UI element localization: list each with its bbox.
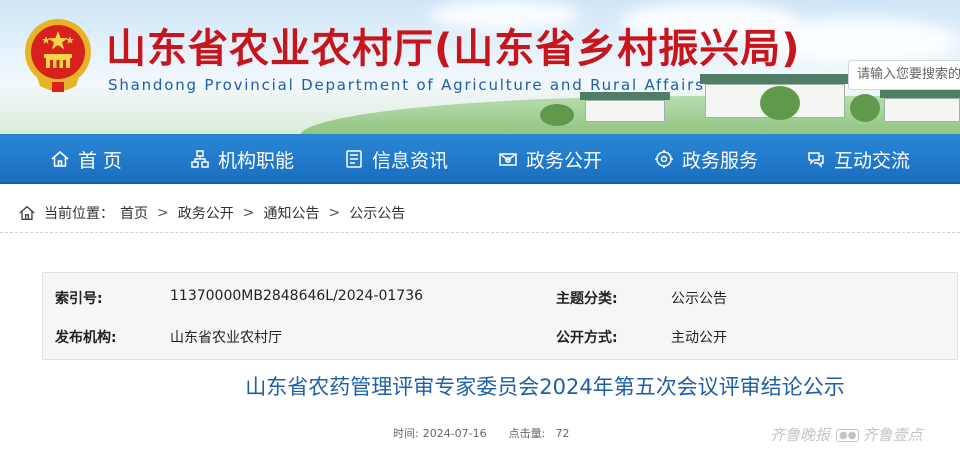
header-banner: 山东省农业农村厅(山东省乡村振兴局) Shandong Provincial D…	[0, 0, 960, 134]
nav-item-open-gov[interactable]: 政务公开	[498, 134, 602, 184]
breadcrumb-separator: >	[328, 205, 341, 221]
watermark-badge: ●●	[836, 429, 860, 442]
nav-item-home[interactable]: 首 页	[50, 134, 122, 184]
interaction-icon	[808, 152, 824, 168]
views-label: 点击量:	[508, 427, 546, 440]
publisher-value: 山东省农业农村厅	[170, 330, 282, 346]
main-nav: 首 页 机构职能 信息资讯 政务公开 政务服务 互动交流	[0, 134, 960, 184]
breadcrumb-separator: >	[242, 205, 255, 221]
index-label: 索引号:	[55, 291, 103, 307]
site-subtitle: Shandong Provincial Department of Agricu…	[108, 76, 705, 94]
index-value: 11370000MB2848646L/2024-01736	[170, 288, 424, 304]
document-info-table: 索引号: 11370000MB2848646L/2024-01736 主题分类:…	[42, 272, 958, 360]
building	[585, 100, 665, 122]
breadcrumb-item-open-gov[interactable]: 政务公开	[178, 203, 234, 223]
nav-label: 政务服务	[682, 149, 759, 172]
nav-item-organization[interactable]: 机构职能	[190, 134, 294, 184]
breadcrumb-prefix: 当前位置：	[44, 206, 114, 222]
site-title[interactable]: 山东省农业农村厅(山东省乡村振兴局)	[106, 16, 801, 74]
publisher-label: 发布机构:	[55, 330, 117, 346]
breadcrumb-item-home[interactable]: 首页	[120, 203, 148, 223]
org-icon	[191, 150, 209, 168]
nav-label: 信息资讯	[372, 149, 449, 172]
method-value: 主动公开	[671, 330, 727, 346]
time-label: 时间:	[393, 427, 419, 440]
service-icon	[655, 150, 673, 168]
breadcrumb: 当前位置： 首页 > 政务公开 > 通知公告 > 公示公告	[18, 202, 405, 224]
watermark: 齐鲁晚报 ●● 齐鲁壹点	[770, 424, 922, 445]
tree	[760, 86, 800, 120]
nav-label: 互动交流	[834, 149, 911, 172]
nav-label: 政务公开	[526, 149, 603, 172]
breadcrumb-item-announcements[interactable]: 公示公告	[349, 203, 405, 223]
tree	[540, 104, 574, 126]
open-gov-icon	[499, 153, 517, 166]
views-value: 72	[555, 427, 570, 440]
article-title: 山东省农药管理评审专家委员会2024年第五次会议评审结论公示	[245, 375, 845, 399]
building	[884, 98, 960, 122]
watermark-text-left: 齐鲁晚报	[770, 426, 831, 444]
nav-label: 首 页	[78, 149, 123, 172]
category-label: 主题分类:	[556, 291, 618, 307]
home-icon	[19, 205, 35, 220]
news-icon	[346, 150, 362, 168]
nav-label: 机构职能	[218, 149, 295, 172]
breadcrumb-divider	[0, 232, 960, 233]
search-input[interactable]: 请输入您要搜索的	[848, 60, 960, 90]
time-value: 2024-07-16	[422, 427, 487, 440]
building-roof	[700, 74, 850, 84]
home-icon	[51, 150, 69, 167]
breadcrumb-separator: >	[157, 205, 169, 221]
tree	[850, 94, 880, 122]
nav-item-news[interactable]: 信息资讯	[344, 134, 448, 184]
nav-item-interaction[interactable]: 互动交流	[806, 134, 910, 184]
breadcrumb-item-notices[interactable]: 通知公告	[263, 203, 319, 223]
watermark-text-right: 齐鲁壹点	[862, 426, 923, 444]
method-label: 公开方式:	[556, 330, 618, 346]
building-roof	[880, 90, 960, 98]
nav-item-service[interactable]: 政务服务	[654, 134, 758, 184]
article-meta: 时间: 2024-07-16 点击量: 72	[393, 425, 573, 441]
category-value: 公示公告	[671, 291, 727, 307]
national-emblem-icon	[25, 19, 91, 92]
